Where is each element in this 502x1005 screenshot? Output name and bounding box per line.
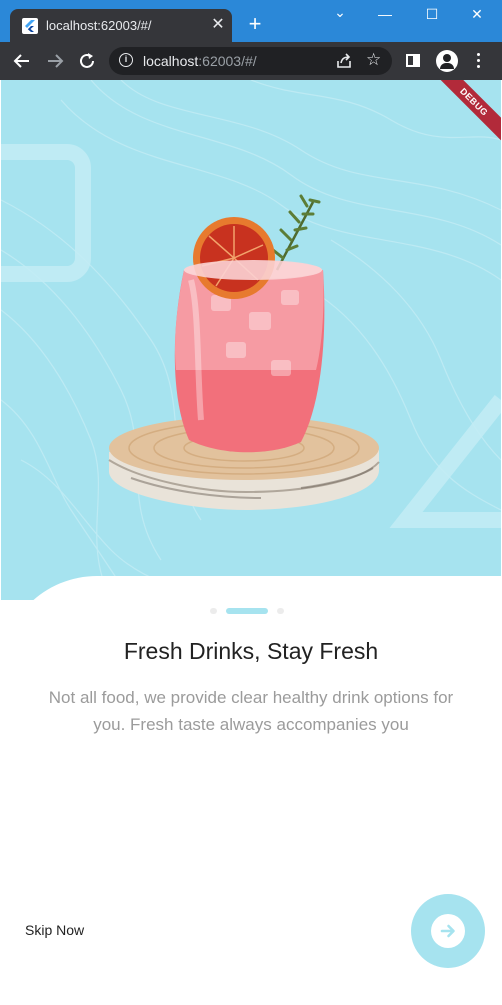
next-button-inner: [431, 914, 465, 948]
new-tab-button[interactable]: +: [245, 13, 265, 35]
app-viewport: DEBUG Fresh Drinks, Stay Fresh Not all f…: [1, 80, 501, 1005]
share-icon[interactable]: [335, 52, 353, 70]
skip-now-button[interactable]: Skip Now: [25, 922, 84, 938]
profile-avatar-icon[interactable]: [436, 50, 458, 72]
flutter-favicon-icon: [22, 18, 38, 34]
close-window-button[interactable]: ✕: [467, 6, 487, 23]
restore-button[interactable]: ☐: [422, 6, 442, 23]
page-indicator-dot-active[interactable]: [226, 608, 268, 614]
back-arrow-icon[interactable]: [11, 50, 33, 72]
side-panel-icon[interactable]: [406, 54, 420, 67]
browser-menu-icon[interactable]: [477, 53, 481, 71]
url-text: localhost:62003/#/: [143, 53, 257, 69]
browser-tab[interactable]: localhost:62003/#/ ✕: [10, 9, 232, 42]
rosemary-garnish: [271, 194, 321, 271]
reload-icon[interactable]: [76, 50, 98, 72]
bookmark-star-icon[interactable]: ☆: [366, 50, 381, 70]
page-indicator-dot[interactable]: [277, 608, 284, 614]
tab-title: localhost:62003/#/: [46, 18, 152, 33]
onboarding-title: Fresh Drinks, Stay Fresh: [123, 638, 379, 664]
tab-search-chevron-icon[interactable]: ⌄: [330, 4, 350, 21]
onboarding-description: Not all food, we provide clear healthy d…: [48, 688, 454, 734]
tab-close-icon[interactable]: ✕: [209, 16, 227, 34]
address-bar[interactable]: i localhost:62003/#/ ☆: [109, 47, 392, 75]
arrow-right-icon: [440, 924, 455, 938]
page-indicator-dot[interactable]: [210, 608, 217, 614]
browser-titlebar: localhost:62003/#/ ✕ + ⌄ — ☐ ✕: [0, 0, 502, 42]
forward-arrow-icon[interactable]: [44, 50, 66, 72]
onboarding-hero: DEBUG: [1, 80, 501, 600]
browser-toolbar: i localhost:62003/#/ ☆: [0, 42, 502, 80]
hero-background-pattern: [1, 80, 501, 600]
next-button[interactable]: [411, 894, 485, 968]
minimize-button[interactable]: —: [375, 6, 395, 22]
site-info-icon[interactable]: i: [119, 53, 133, 67]
